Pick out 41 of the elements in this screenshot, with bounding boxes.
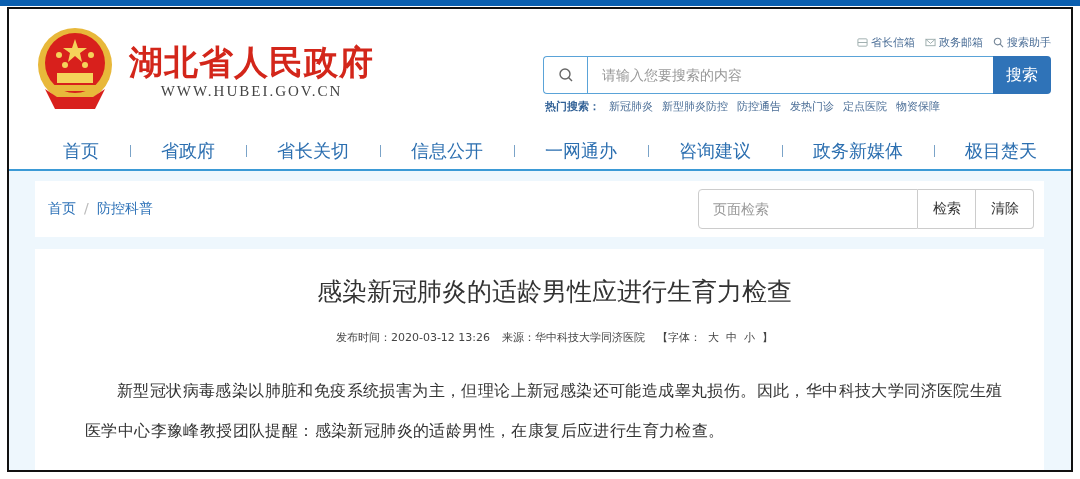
breadcrumb-link[interactable]: 首页 [48, 200, 76, 218]
breadcrumb-link[interactable]: 防控科普 [96, 200, 153, 218]
page-search-field[interactable]: 页面检索 [698, 189, 918, 229]
hot-search-link[interactable]: 物资保障 [896, 100, 940, 114]
hot-search-label: 热门搜索： [545, 100, 600, 114]
nav-item[interactable]: 信息公开 [411, 139, 483, 163]
hot-search-link[interactable]: 定点医院 [843, 100, 887, 114]
top-link[interactable]: 搜索助手 [993, 35, 1051, 50]
font-size-link[interactable]: 大 [708, 330, 720, 345]
site-title: 湖北省人民政府 [129, 40, 374, 83]
hot-search-link[interactable]: 新型肺炎防控 [662, 100, 728, 114]
nav-item[interactable]: 省政府 [161, 139, 215, 163]
font-size-bracket: 】 [762, 330, 774, 345]
page-search-button[interactable]: 检索 [918, 189, 976, 229]
top-link[interactable]: 省长信箱 [857, 35, 915, 50]
search-icon [993, 37, 1004, 48]
nav-item[interactable]: 省长关切 [277, 139, 349, 163]
breadcrumb-separator: / [84, 200, 89, 218]
nav-item[interactable]: 首页 [63, 139, 99, 163]
envelope-icon [925, 37, 936, 48]
site-url: WWW.HUBEI.GOV.CN [160, 82, 343, 100]
search-icon [557, 67, 574, 83]
search-button[interactable]: 搜索 [993, 56, 1051, 94]
hot-search-link[interactable]: 发热门诊 [790, 100, 834, 114]
article-source: 来源：华中科技大学同济医院 [502, 330, 646, 345]
nav-item[interactable]: 政务新媒体 [813, 139, 903, 163]
hot-search-link[interactable]: 新冠肺炎 [609, 100, 653, 114]
inbox-icon [857, 37, 868, 48]
nav-item[interactable]: 咨询建议 [679, 139, 751, 163]
article-paragraph: 新型冠状病毒感染以肺脏和免疫系统损害为主，但理论上新冠感染还可能造成睾丸损伤。因此，华中科技大学同济医院生殖医学中心李豫峰教授团队提醒：感染新冠肺炎的适龄男性，在康复后应进行生育力检查。 [85, 380, 1004, 442]
nav-item[interactable]: 一网通办 [545, 139, 617, 163]
article-title: 感染新冠肺炎的适龄男性应进行生育力检查 [316, 276, 793, 308]
font-size-link[interactable]: 小 [744, 330, 756, 345]
page-search-button[interactable]: 清除 [976, 189, 1034, 229]
publish-time: 发布时间：2020-03-12 13:26 [335, 330, 491, 345]
font-size-link[interactable]: 中 [726, 330, 738, 345]
font-size-label: 【字体： [657, 330, 702, 345]
hot-search-link[interactable]: 防控通告 [737, 100, 781, 114]
top-link[interactable]: 政务邮箱 [925, 35, 983, 50]
nav-item[interactable]: 极目楚天 [965, 139, 1037, 163]
search-field[interactable]: 请输入您要搜索的内容 [587, 56, 993, 94]
